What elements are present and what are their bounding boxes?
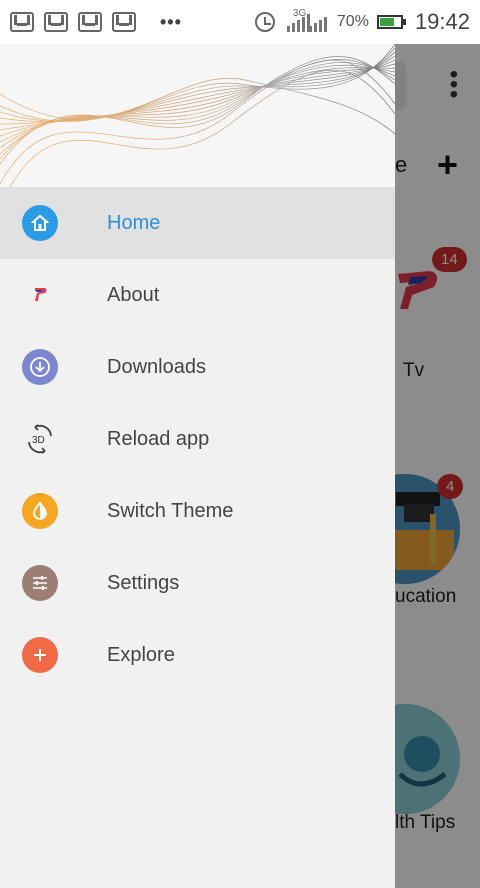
svg-text:3D: 3D [32, 435, 45, 446]
menu-label: Explore [107, 643, 175, 666]
alarm-icon [254, 12, 275, 32]
gmail-icon [10, 12, 34, 32]
gmail-icon [78, 12, 102, 32]
battery-percent: 70% [336, 13, 369, 30]
sliders-icon [22, 565, 58, 601]
wave-pattern-image [0, 44, 395, 187]
notification-icons: ••• [10, 12, 182, 33]
drawer-menu: Home About Downloads 3D Reload app Switc… [0, 187, 395, 691]
menu-label: Reload app [107, 427, 210, 450]
menu-label: Home [107, 211, 161, 234]
menu-label: About [107, 283, 160, 306]
gmail-icon [112, 12, 136, 32]
clock-time: 19:42 [414, 9, 470, 34]
more-notifications-icon: ••• [160, 11, 182, 32]
theme-drop-icon [22, 493, 58, 529]
menu-label: Settings [107, 571, 180, 594]
gmail-icon [44, 12, 68, 32]
home-icon [22, 205, 58, 241]
drawer-header-banner [0, 44, 395, 187]
status-bar: ••• 3G 70% 19:42 [0, 0, 480, 44]
menu-item-settings[interactable]: Settings [0, 547, 395, 619]
download-icon [22, 349, 58, 385]
reload-3d-icon: 3D [22, 421, 58, 457]
menu-item-about[interactable]: About [0, 259, 395, 331]
battery-icon [376, 15, 406, 29]
menu-item-switch-theme[interactable]: Switch Theme [0, 475, 395, 547]
navigation-drawer: Home About Downloads 3D Reload app Switc… [0, 44, 395, 888]
menu-item-home[interactable]: Home [0, 187, 395, 259]
menu-label: Downloads [107, 355, 206, 378]
menu-item-explore[interactable]: Explore [0, 619, 395, 691]
menu-label: Switch Theme [107, 499, 234, 522]
signal-icon: 3G [283, 8, 329, 34]
menu-item-reload[interactable]: 3D Reload app [0, 403, 395, 475]
plus-icon [22, 637, 58, 673]
menu-item-downloads[interactable]: Downloads [0, 331, 395, 403]
p-logo-icon [22, 277, 58, 313]
